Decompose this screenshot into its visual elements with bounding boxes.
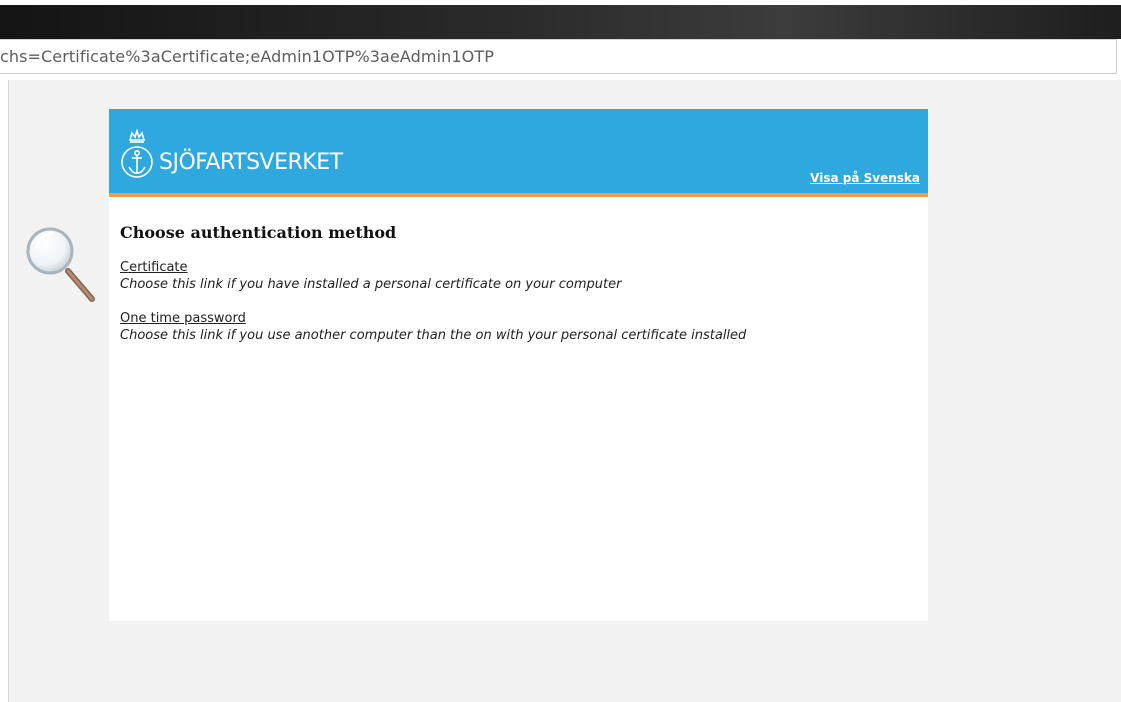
- panel-header: SJÖFARTSVERKET Visa på Svenska: [109, 109, 928, 197]
- anchor-crown-emblem-icon: [121, 128, 153, 178]
- auth-method-certificate: Certificate Choose this link if you have…: [120, 256, 920, 293]
- magnifier-icon: [26, 227, 95, 302]
- certificate-description: Choose this link if you have installed a…: [120, 277, 622, 292]
- browser-title-bar: [0, 5, 1121, 39]
- brand-name: SJÖFARTSVERKET: [159, 149, 343, 175]
- address-url[interactable]: echs=Certificate%3aCertificate;eAdmin1OT…: [0, 47, 494, 66]
- page-title: Choose authentication method: [120, 223, 397, 242]
- certificate-link[interactable]: Certificate: [120, 259, 188, 276]
- login-panel: SJÖFARTSVERKET Visa på Svenska Choose au…: [109, 109, 928, 621]
- one-time-password-description: Choose this link if you use another comp…: [120, 328, 747, 343]
- address-bar[interactable]: echs=Certificate%3aCertificate;eAdmin1OT…: [0, 39, 1117, 74]
- auth-content: Choose authentication method Certificate…: [120, 223, 920, 358]
- one-time-password-link[interactable]: One time password: [120, 310, 246, 327]
- browser-window: echs=Certificate%3aCertificate;eAdmin1OT…: [0, 0, 1121, 702]
- auth-method-otp: One time password Choose this link if yo…: [120, 307, 920, 344]
- brand-logo: SJÖFARTSVERKET: [119, 125, 343, 185]
- language-switch-link[interactable]: Visa på Svenska: [810, 171, 920, 185]
